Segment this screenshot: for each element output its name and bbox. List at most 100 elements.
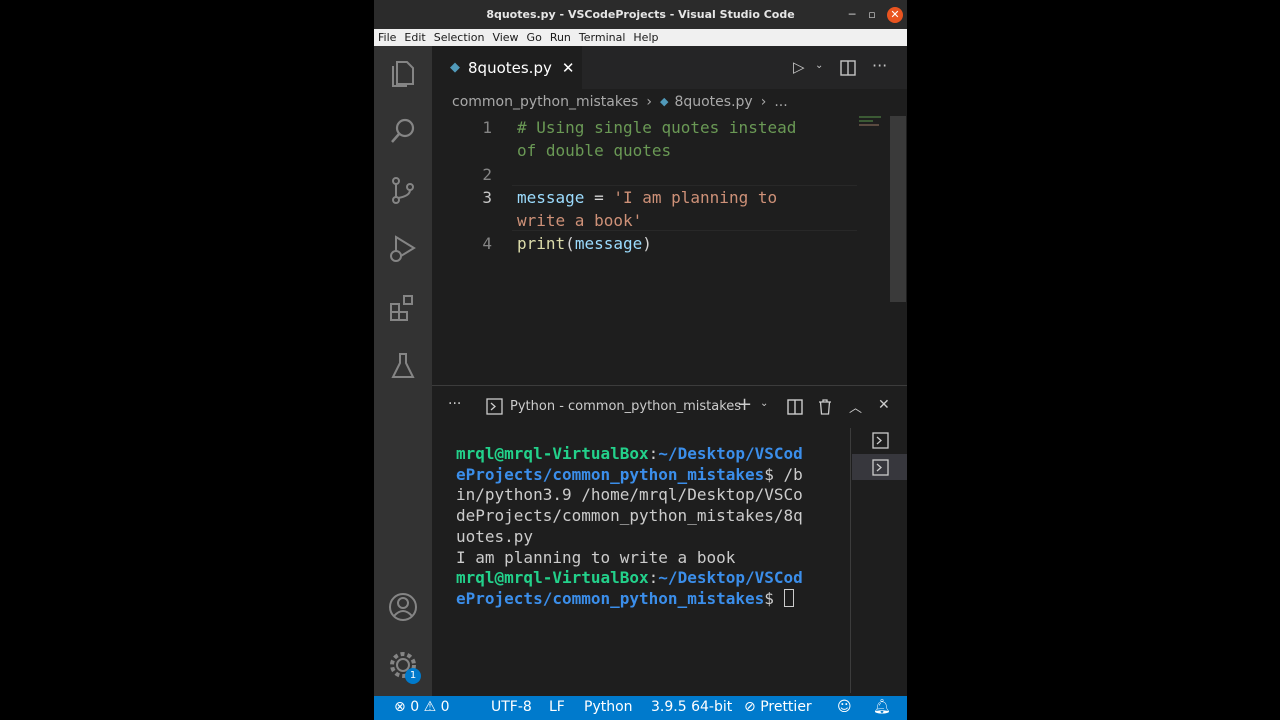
settings-badge: 1 [405, 668, 421, 684]
menu-selection[interactable]: Selection [434, 31, 485, 44]
menu-go[interactable]: Go [527, 31, 542, 44]
code-line-4: print(message) [517, 234, 652, 253]
command-text: /b [783, 464, 803, 484]
formatter-label: Prettier [760, 699, 812, 715]
panel-more-icon[interactable]: ··· [448, 396, 461, 412]
testing-icon[interactable] [388, 351, 418, 381]
code-variable: message [574, 234, 643, 253]
language-indicator[interactable]: Python [584, 699, 633, 715]
menu-bar: File Edit Selection View Go Run Terminal… [374, 29, 907, 46]
eol-indicator[interactable]: LF [549, 699, 565, 715]
prompt-path: ~/Desktop/VSCod [658, 568, 803, 588]
feedback-icon[interactable]: ☺ [837, 699, 852, 715]
code-function: print [517, 234, 566, 253]
trash-icon[interactable] [817, 399, 833, 415]
menu-edit[interactable]: Edit [404, 31, 425, 44]
close-panel-icon[interactable]: ✕ [878, 397, 890, 413]
terminal-instance-active[interactable] [852, 454, 907, 480]
problems-indicator[interactable]: ⊗ 0 ⚠ 0 [394, 699, 450, 715]
terminal-instance-icon[interactable] [872, 432, 889, 449]
terminal-tabs-sidebar [850, 428, 851, 693]
minimize-icon[interactable]: ─ [844, 7, 860, 23]
prompt-dollar: $ [764, 464, 784, 484]
terminal-dropdown-icon[interactable]: ⌄ [760, 398, 768, 409]
maximize-panel-icon[interactable]: ︿ [849, 397, 862, 416]
breadcrumb: common_python_mistakes › ◆ 8quotes.py › … [432, 89, 907, 114]
tab-8quotes[interactable]: ◆ 8quotes.py ✕ [432, 46, 582, 89]
terminal-output[interactable]: mrql@mrql-VirtualBox:~/Desktop/VSCod ePr… [456, 444, 826, 610]
terminal-panel: ··· Python - common_python_mistakes + ⌄ … [432, 385, 907, 696]
code-operator: = [584, 188, 614, 207]
line-number: 1 [482, 118, 492, 137]
prompt-user: mrql@mrql-VirtualBox [456, 444, 649, 463]
breadcrumb-more[interactable]: ... [774, 94, 787, 110]
line-number: 2 [482, 165, 492, 184]
terminal-cursor [783, 588, 794, 607]
extensions-icon[interactable] [388, 293, 418, 323]
activity-bar: 1 [374, 46, 432, 696]
source-control-icon[interactable] [388, 175, 418, 205]
account-icon[interactable] [388, 592, 418, 622]
editor-scrollbar[interactable] [890, 116, 906, 302]
menu-run[interactable]: Run [550, 31, 571, 44]
error-icon: ⊗ [394, 699, 406, 715]
interpreter-indicator[interactable]: 3.9.5 64-bit [651, 699, 732, 715]
run-dropdown-icon[interactable]: ⌄ [815, 60, 823, 71]
check-circle-icon: ⊘ [744, 699, 756, 715]
code-paren: ) [642, 234, 652, 253]
code-comment: # Using single quotes instead [517, 118, 797, 137]
python-file-icon: ◆ [450, 60, 460, 75]
editor-tab-bar: ◆ 8quotes.py ✕ ▷ ⌄ ··· [432, 46, 907, 89]
menu-view[interactable]: View [492, 31, 518, 44]
prettier-indicator[interactable]: ⊘ Prettier [744, 699, 812, 715]
menu-help[interactable]: Help [633, 31, 658, 44]
chevron-right-icon: › [760, 93, 767, 110]
python-file-icon: ◆ [659, 95, 669, 108]
notifications-bell-icon[interactable]: 🔔︎ [873, 699, 891, 715]
more-actions-icon[interactable]: ··· [872, 56, 887, 75]
terminal-tab-label[interactable]: Python - common_python_mistakes [510, 399, 741, 414]
chevron-right-icon: › [646, 93, 652, 110]
code-variable: message [517, 188, 585, 207]
new-terminal-icon[interactable]: + [737, 394, 752, 415]
command-text: deProjects/common_python_mistakes/8q [456, 506, 803, 526]
menu-file[interactable]: File [378, 31, 396, 44]
tab-label: 8quotes.py [468, 58, 552, 77]
encoding-indicator[interactable]: UTF-8 [491, 699, 532, 715]
breadcrumb-folder[interactable]: common_python_mistakes [452, 94, 638, 110]
code-string: write a book' [517, 211, 643, 230]
prompt-colon: : [648, 568, 659, 588]
close-window-icon[interactable]: ✕ [887, 7, 903, 23]
code-editor[interactable]: 1 # Using single quotes instead of doubl… [432, 114, 907, 384]
prompt-path: eProjects/common_python_mistakes [456, 464, 765, 484]
minimap[interactable] [857, 114, 887, 134]
split-terminal-icon[interactable] [787, 399, 803, 415]
status-bar: ⊗ 0 ⚠ 0 UTF-8 LF Python 3.9.5 64-bit ⊘ P… [374, 696, 907, 720]
prompt-colon: : [648, 444, 659, 463]
program-output: I am planning to write a book [456, 547, 736, 567]
warning-count: 0 [440, 699, 450, 715]
code-comment: of double quotes [517, 141, 672, 160]
code-string: 'I am planning to [613, 188, 778, 207]
run-debug-icon[interactable] [388, 234, 418, 264]
prompt-path: ~/Desktop/VSCod [658, 444, 803, 463]
files-icon[interactable] [388, 58, 418, 88]
split-editor-icon[interactable] [840, 60, 856, 76]
code-paren: ( [565, 234, 575, 253]
window-title: 8quotes.py - VSCodeProjects - Visual Stu… [486, 8, 795, 21]
title-bar: 8quotes.py - VSCodeProjects - Visual Stu… [374, 0, 907, 29]
close-tab-icon[interactable]: ✕ [562, 59, 575, 77]
menu-terminal[interactable]: Terminal [579, 31, 626, 44]
panel-header: ··· Python - common_python_mistakes + ⌄ … [432, 386, 907, 426]
run-file-icon[interactable]: ▷ [793, 58, 805, 76]
terminal-instance-icon [872, 459, 889, 476]
breadcrumb-file[interactable]: 8quotes.py [674, 94, 752, 110]
command-text: uotes.py [456, 526, 534, 546]
code-line-3: message = 'I am planning to [517, 188, 777, 207]
prompt-path: eProjects/common_python_mistakes [456, 588, 765, 608]
command-text: in/python3.9 /home/mrql/Desktop/VSCo [456, 485, 803, 505]
maximize-icon[interactable]: ▫ [864, 7, 880, 23]
terminal-icon [486, 398, 503, 415]
search-icon[interactable] [388, 116, 418, 146]
line-number: 4 [482, 234, 492, 253]
